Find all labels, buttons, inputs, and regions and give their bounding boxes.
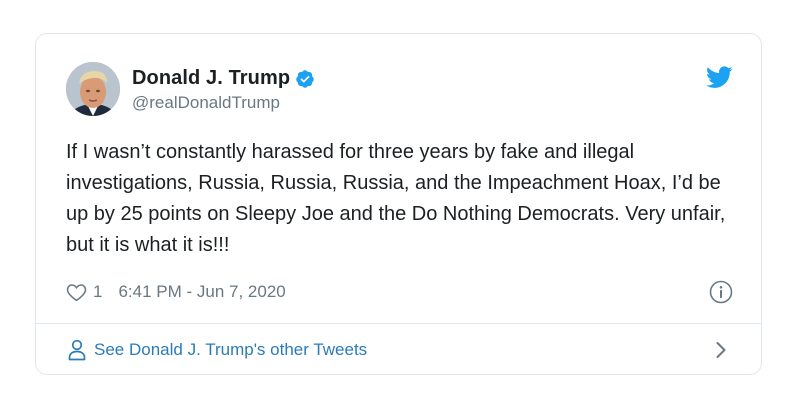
like-count: 1 [93,282,103,301]
verified-badge-icon [295,69,315,89]
author-names: Donald J. Trump @realDonaldTrump [132,66,315,113]
author-display-name[interactable]: Donald J. Trump [132,67,290,90]
tweet-text: If I wasn’t constantly harassed for thre… [66,141,726,256]
tweet-header: Donald J. Trump @realDonaldTrump [66,61,315,117]
tweet-timestamp[interactable]: 6:41 PM - Jun 7, 2020 [118,282,285,302]
see-other-tweets-link[interactable]: See Donald J. Trump's other Tweets [36,324,761,374]
chevron-right-icon[interactable] [715,341,727,359]
author-handle[interactable]: @realDonaldTrump [132,93,315,113]
twitter-bird-icon[interactable] [706,66,733,89]
info-icon[interactable] [709,280,733,304]
see-other-tweets-label[interactable]: See Donald J. Trump's other Tweets [94,340,367,360]
tweet-meta: 1 6:41 PM - Jun 7, 2020 [66,280,286,304]
person-icon [68,339,86,361]
avatar[interactable] [66,62,120,116]
name-row: Donald J. Trump [132,66,315,92]
heart-icon [66,282,87,302]
like-button[interactable]: 1 [66,282,102,302]
tweet-card: Donald J. Trump @realDonaldTrump If I wa… [35,33,762,375]
avatar-image [66,62,120,116]
